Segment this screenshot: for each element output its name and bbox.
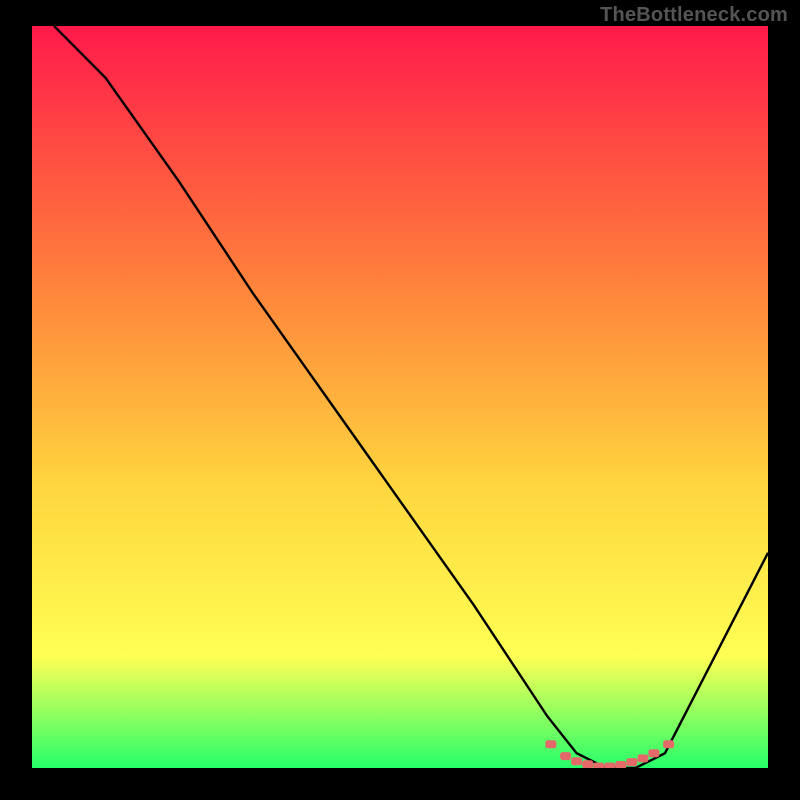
optimal-zone-marker: [637, 754, 648, 762]
plot-svg: [32, 26, 768, 768]
optimal-zone-marker: [648, 749, 659, 757]
chart-container: TheBottleneck.com: [0, 0, 800, 800]
plot-frame: [32, 26, 768, 768]
optimal-zone-marker: [571, 757, 582, 765]
optimal-zone-marker: [615, 761, 626, 768]
gradient-background: [32, 26, 768, 768]
optimal-zone-marker: [582, 760, 593, 768]
optimal-zone-marker: [545, 740, 556, 748]
optimal-zone-marker: [663, 740, 674, 748]
watermark-text: TheBottleneck.com: [600, 4, 788, 27]
optimal-zone-marker: [593, 763, 604, 769]
optimal-zone-marker: [626, 758, 637, 766]
optimal-zone-marker: [560, 752, 571, 760]
optimal-zone-marker: [604, 763, 615, 769]
